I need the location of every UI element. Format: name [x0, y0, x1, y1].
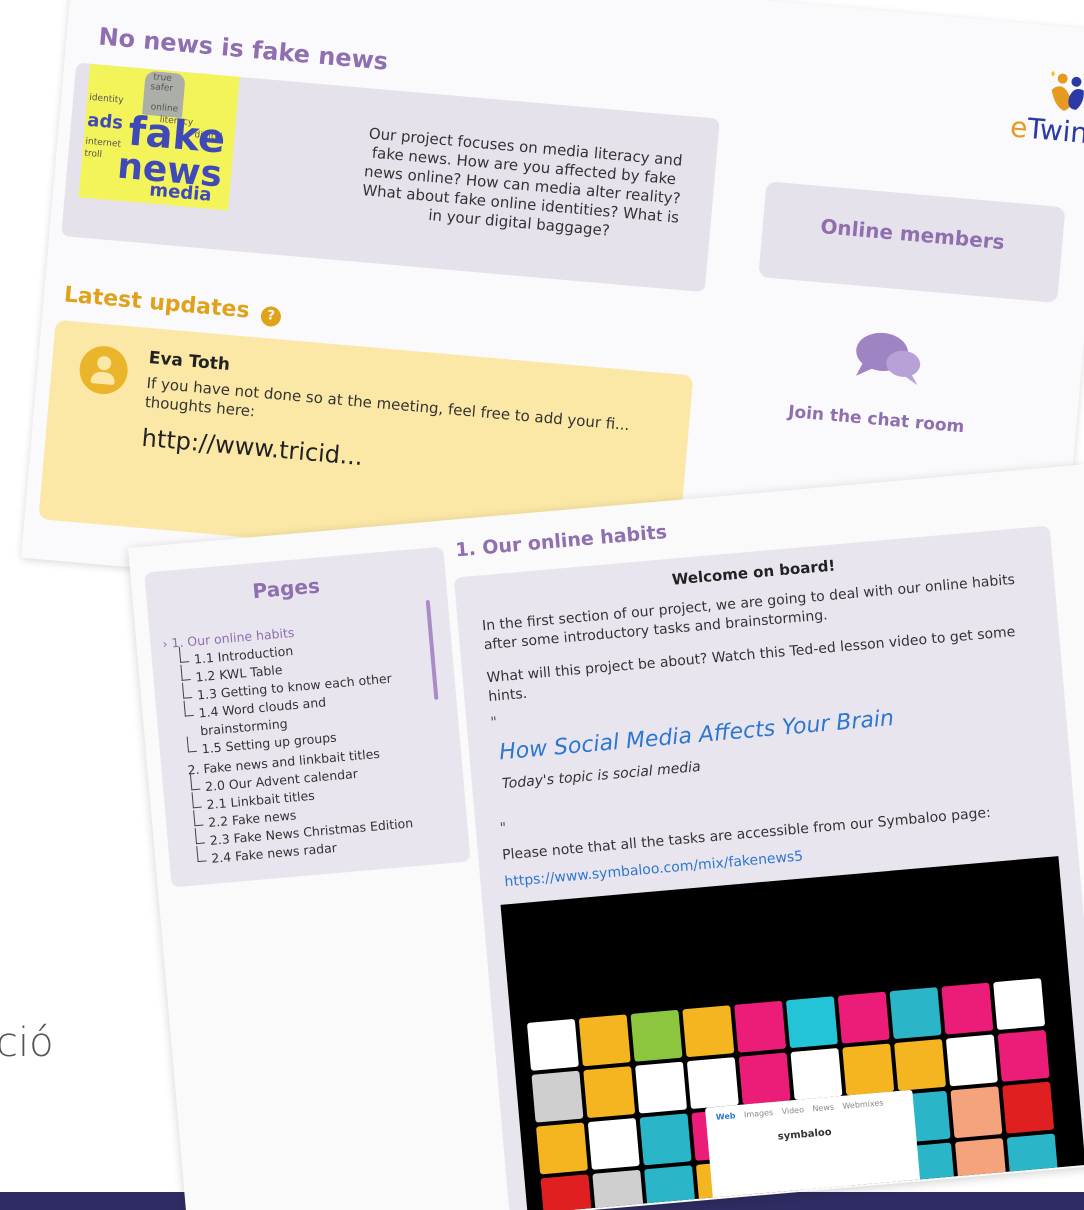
symbaloo-tile[interactable] — [954, 1138, 1007, 1191]
symbaloo-tile[interactable] — [1006, 1133, 1059, 1186]
symbaloo-tile[interactable] — [583, 1066, 636, 1119]
symbaloo-tile[interactable] — [531, 1070, 584, 1123]
etwinning-logo: eTwinning — [1009, 66, 1084, 157]
symbaloo-tile[interactable] — [941, 982, 994, 1035]
page-title: 1. Our online habits — [454, 521, 668, 562]
symbaloo-tile[interactable] — [1002, 1081, 1055, 1134]
symbaloo-tile[interactable] — [526, 1018, 579, 1071]
etwinning-wordmark-rest: Twinning — [1026, 111, 1084, 156]
thumbnail-word: internet — [85, 136, 122, 150]
symbaloo-tile[interactable] — [889, 987, 942, 1040]
user-avatar-icon — [77, 344, 130, 397]
pages-heading: Pages — [251, 573, 321, 604]
symbaloo-tile[interactable] — [592, 1169, 645, 1210]
symbaloo-tile[interactable] — [587, 1117, 640, 1170]
symbaloo-tile[interactable] — [997, 1029, 1050, 1082]
project-description: Our project focuses on media literacy an… — [361, 124, 684, 240]
search-tab-webmixes[interactable]: Webmixes — [842, 1098, 884, 1111]
symbaloo-tile[interactable] — [535, 1122, 588, 1175]
symbaloo-tile[interactable] — [734, 1000, 787, 1053]
symbaloo-tile[interactable] — [578, 1014, 631, 1067]
symbaloo-tile[interactable] — [635, 1061, 688, 1114]
symbaloo-tile[interactable] — [993, 978, 1046, 1031]
chat-bubbles-icon[interactable] — [851, 328, 925, 388]
search-tab-web[interactable]: Web — [715, 1111, 735, 1122]
symbaloo-tile[interactable] — [790, 1047, 843, 1100]
pages-sidebar: Pages › 1. Our online habits 1.1 Introduc… — [144, 546, 471, 888]
pages-tree: › 1. Our online habits 1.1 Introduction 1.… — [162, 612, 452, 871]
join-chat-room-link[interactable]: Join the chat room — [776, 401, 977, 438]
quote-mark: " — [489, 714, 498, 732]
symbaloo-logo: symbaloo — [777, 1126, 833, 1143]
update-author[interactable]: Eva Toth — [148, 348, 231, 375]
symbaloo-tile[interactable] — [540, 1174, 593, 1210]
search-tab-news[interactable]: News — [812, 1103, 834, 1114]
project-description-card: true safer identity digital online liter… — [61, 62, 720, 293]
project-thumbnail: true safer identity digital online liter… — [78, 63, 240, 211]
search-tab-video[interactable]: Video — [781, 1105, 804, 1116]
thumbnail-word: troll — [83, 148, 103, 161]
symbaloo-webmix-embed[interactable]: Web Images Video News Webmixes symbaloo — [500, 856, 1084, 1210]
symbaloo-tile[interactable] — [950, 1086, 1003, 1139]
latest-updates-heading: Latest updates — [62, 282, 251, 324]
etwinning-figure-icon — [1051, 70, 1084, 111]
symbaloo-tile[interactable] — [630, 1009, 683, 1062]
thumbnail-word-ads: ads — [86, 109, 124, 134]
project-page-screenshot: Pages › 1. Our online habits 1.1 Introduc… — [128, 464, 1084, 1210]
symbaloo-tile[interactable] — [686, 1057, 739, 1110]
symbaloo-tile[interactable] — [837, 991, 890, 1044]
slide-text-fragment-left: ció — [0, 1020, 54, 1066]
symbaloo-tile[interactable] — [738, 1052, 791, 1105]
search-tab-images[interactable]: Images — [744, 1108, 774, 1120]
page-content-card: Welcome on board! In the first section o… — [453, 525, 1084, 1210]
thumbnail-word-media: media — [148, 179, 213, 206]
online-members-box: Online members — [758, 181, 1066, 303]
thumbnail-word: identity — [88, 92, 124, 106]
symbaloo-tile[interactable] — [639, 1113, 692, 1166]
symbaloo-search-panel[interactable]: Web Images Video News Webmixes symbaloo — [704, 1089, 921, 1208]
symbaloo-tile[interactable] — [785, 996, 838, 1049]
help-icon[interactable]: ? — [260, 305, 282, 328]
video-topic: Today's topic is social media — [501, 758, 702, 793]
symbaloo-tile[interactable] — [682, 1005, 735, 1058]
etwinning-wordmark: eTwinning — [1009, 110, 1084, 155]
symbaloo-tile[interactable] — [894, 1038, 947, 1091]
online-members-heading: Online members — [819, 214, 1006, 255]
quote-mark: " — [499, 820, 508, 837]
thumbnail-word: safer — [150, 82, 174, 95]
video-title-link[interactable]: How Social Media Affects Your Brain — [498, 706, 895, 765]
symbaloo-tile[interactable] — [842, 1043, 895, 1096]
symbaloo-tile[interactable] — [945, 1034, 998, 1087]
